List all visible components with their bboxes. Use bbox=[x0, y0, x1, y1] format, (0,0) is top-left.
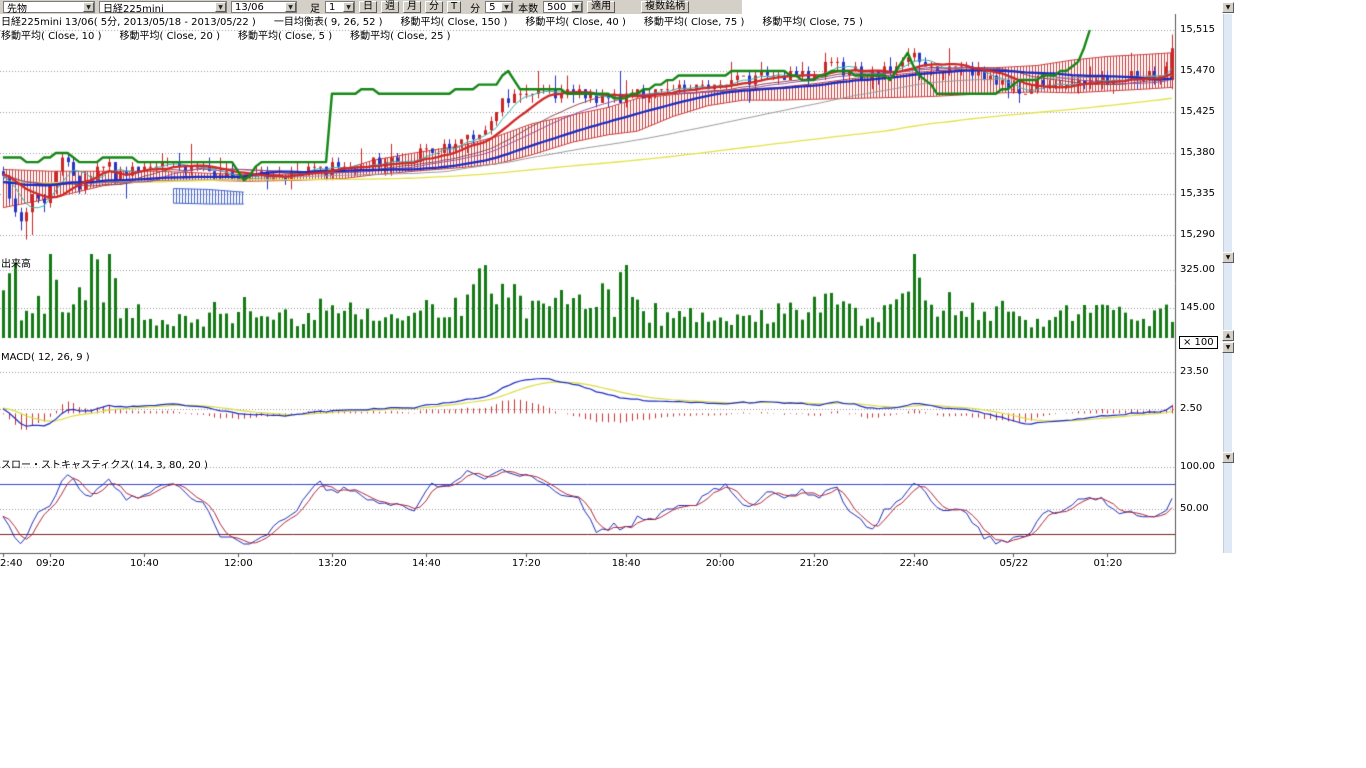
pane-expand-icon[interactable]: ▲ bbox=[1222, 330, 1234, 341]
multi-symbol-button[interactable]: 複数銘柄 bbox=[641, 1, 689, 13]
legend-item-ma25[interactable]: 移動平均( Close, 25 ) bbox=[350, 27, 450, 42]
legend-item-symbol[interactable]: 日経225mini 13/06( 5分, 2013/05/18 - 2013/0… bbox=[1, 13, 256, 28]
macd-pane-title: MACD( 12, 26, 9 ) bbox=[1, 352, 90, 363]
symbol-select[interactable]: 日経225mini ▼ bbox=[99, 1, 227, 13]
chart-legend-row2: 移動平均( Close, 10 ) 移動平均( Close, 20 ) 移動平均… bbox=[1, 27, 451, 42]
dropdown-icon[interactable]: ▼ bbox=[215, 2, 226, 12]
period-day-button[interactable]: 日 bbox=[359, 1, 377, 13]
volume-multiplier-badge: × 100 bbox=[1179, 336, 1218, 349]
period-week-button[interactable]: 週 bbox=[381, 1, 399, 13]
instrument-type-select[interactable]: 先物 ▼ bbox=[3, 1, 95, 13]
legend-item-ma40[interactable]: 移動平均( Close, 40 ) bbox=[525, 13, 625, 28]
period-minute-button[interactable]: 分 bbox=[425, 1, 443, 13]
pane-collapse-icon[interactable]: ▼ bbox=[1222, 452, 1234, 463]
timeframe-value: 1 bbox=[329, 2, 335, 13]
dropdown-icon[interactable]: ▼ bbox=[285, 2, 296, 12]
trading-app-window: { "icons": { "dropdown": "▼", "collapse_… bbox=[0, 0, 1366, 768]
legend-item-ma75a[interactable]: 移動平均( Close, 75 ) bbox=[644, 13, 744, 28]
volume-pane-title: 出来高 bbox=[1, 255, 31, 270]
legend-item-ma150[interactable]: 移動平均( Close, 150 ) bbox=[401, 13, 508, 28]
dropdown-icon[interactable]: ▼ bbox=[343, 2, 354, 12]
bars-value: 500 bbox=[547, 2, 566, 13]
period-tick-button[interactable]: T bbox=[447, 1, 461, 13]
pane-collapse-icon[interactable]: ▼ bbox=[1222, 342, 1234, 353]
right-scrollbar[interactable] bbox=[1223, 14, 1232, 553]
period-month-button[interactable]: 月 bbox=[403, 1, 421, 13]
legend-item-ma5[interactable]: 移動平均( Close, 5 ) bbox=[238, 27, 332, 42]
minute-spinner[interactable]: 5 ▼ bbox=[485, 1, 513, 13]
contract-month-select[interactable]: 13/06 ▼ bbox=[231, 1, 297, 13]
chart-legend-row1: 日経225mini 13/06( 5分, 2013/05/18 - 2013/0… bbox=[1, 13, 863, 28]
pane-collapse-icon[interactable]: ▼ bbox=[1222, 252, 1234, 263]
dropdown-icon[interactable]: ▼ bbox=[571, 2, 582, 12]
legend-item-ichimoku[interactable]: 一目均衡表( 9, 26, 52 ) bbox=[274, 13, 383, 28]
bars-spinner[interactable]: 500 ▼ bbox=[543, 1, 583, 13]
minute-label: 分 bbox=[469, 0, 481, 15]
stoch-pane-title: スロー・ストキャスティクス( 14, 3, 80, 20 ) bbox=[1, 456, 208, 471]
dropdown-icon[interactable]: ▼ bbox=[501, 2, 512, 12]
bars-label: 本数 bbox=[517, 0, 539, 15]
legend-item-ma75b[interactable]: 移動平均( Close, 75 ) bbox=[762, 13, 862, 28]
pane-collapse-icon[interactable]: ▼ bbox=[1222, 2, 1234, 13]
apply-button[interactable]: 適用 bbox=[587, 1, 615, 13]
dropdown-icon[interactable]: ▼ bbox=[83, 2, 94, 12]
symbol-value: 日経225mini bbox=[103, 0, 164, 15]
instrument-type-value: 先物 bbox=[7, 0, 27, 15]
minute-value: 5 bbox=[489, 2, 495, 13]
toolbar: 先物 ▼ 日経225mini ▼ 13/06 ▼ 足 1 ▼ 日 週 月 分 T… bbox=[0, 0, 742, 14]
legend-item-ma10[interactable]: 移動平均( Close, 10 ) bbox=[1, 27, 101, 42]
timeframe-label: 足 bbox=[309, 0, 321, 15]
chart-canvas[interactable] bbox=[0, 0, 1240, 580]
timeframe-spinner[interactable]: 1 ▼ bbox=[325, 1, 355, 13]
legend-item-ma20[interactable]: 移動平均( Close, 20 ) bbox=[119, 27, 219, 42]
contract-month-value: 13/06 bbox=[235, 2, 264, 13]
